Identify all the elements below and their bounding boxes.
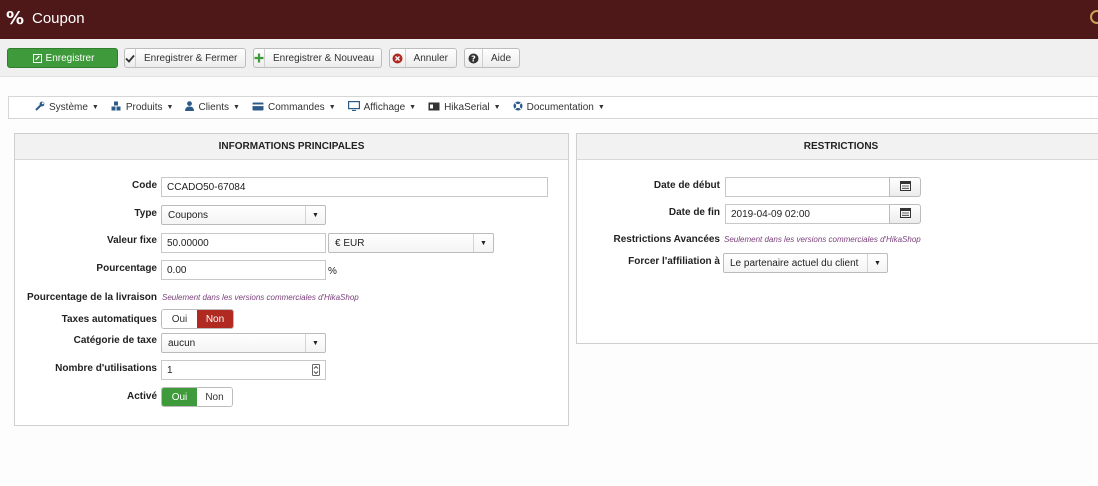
caret-down-icon: ▼ <box>493 104 501 111</box>
type-select[interactable]: Coupons ▼ <box>161 205 326 225</box>
advanced-restrictions-label: Restrictions Avancées <box>613 234 720 245</box>
menu-commandes[interactable]: Commandes ▼ <box>252 102 336 114</box>
save-new-button[interactable]: Enregistrer & Nouveau <box>253 48 382 68</box>
user-icon <box>185 101 195 114</box>
percentage-input[interactable]: 0.00 <box>161 260 326 280</box>
plus-icon <box>254 49 265 67</box>
save-close-button[interactable]: Enregistrer & Fermer <box>124 48 246 68</box>
page-title: Coupon <box>32 10 85 27</box>
question-circle-icon: ? <box>465 49 483 67</box>
caret-down-icon: ▼ <box>473 234 493 252</box>
edit-icon <box>27 49 42 67</box>
percentage-label: Pourcentage <box>96 263 157 274</box>
affiliation-select[interactable]: Le partenaire actuel du client ▼ <box>723 253 888 273</box>
lifebuoy-icon <box>513 101 523 114</box>
caret-down-icon: ▼ <box>597 104 605 111</box>
tax-category-select[interactable]: aucun ▼ <box>161 333 326 353</box>
active-toggle: Oui Non <box>161 387 233 407</box>
toolbar: Enregistrer Enregistrer & Fermer Enregis… <box>0 39 1098 77</box>
end-date-input[interactable]: 2019-04-09 02:00 <box>725 204 890 224</box>
monitor-icon <box>347 101 360 114</box>
active-label: Activé <box>126 391 157 402</box>
cubes-icon <box>111 101 122 114</box>
type-label: Type <box>134 208 157 219</box>
save-button[interactable]: Enregistrer <box>7 48 118 68</box>
code-input[interactable]: CCADO50-67084 <box>161 177 548 197</box>
auto-taxes-label: Taxes automatiques <box>61 314 157 325</box>
help-button[interactable]: ? Aide <box>464 48 520 68</box>
caret-down-icon: ▼ <box>867 254 887 272</box>
caret-down-icon: ▼ <box>305 334 325 352</box>
serial-icon <box>428 102 440 114</box>
calendar-icon <box>899 207 911 221</box>
active-no-option[interactable]: Non <box>197 388 232 406</box>
fixed-value-input[interactable]: 50.00000 <box>161 233 326 253</box>
app-header: % Coupon <box>0 0 1098 39</box>
menu-produits[interactable]: Produits ▼ <box>111 101 174 114</box>
caret-down-icon: ▼ <box>166 104 174 111</box>
active-yes-option[interactable]: Oui <box>162 388 197 406</box>
joomla-logo-icon[interactable] <box>1090 10 1098 24</box>
main-menu: Système ▼ Produits ▼ Clients ▼ Commandes ▼ A… <box>8 96 1098 119</box>
menu-clients[interactable]: Clients ▼ <box>185 101 240 114</box>
start-date-input[interactable] <box>725 177 890 197</box>
cancel-button[interactable]: Annuler <box>389 48 457 68</box>
caret-down-icon: ▼ <box>305 206 325 224</box>
end-date-label: Date de fin <box>668 207 720 218</box>
commercial-version-note: Seulement dans les versions commerciales… <box>162 293 359 302</box>
credit-card-icon <box>252 102 264 114</box>
menu-hikaserial[interactable]: HikaSerial ▼ <box>428 102 501 114</box>
tax-category-label: Catégorie de taxe <box>73 335 157 346</box>
cancel-circle-icon <box>390 49 406 67</box>
code-label: Code <box>132 180 157 191</box>
wrench-icon <box>35 101 45 114</box>
advanced-commercial-note: Seulement dans les versions commerciales… <box>724 235 921 244</box>
start-date-label: Date de début <box>653 180 720 191</box>
calendar-icon <box>899 180 911 194</box>
menu-documentation[interactable]: Documentation ▼ <box>513 101 605 114</box>
end-date-calendar-button[interactable] <box>889 204 921 224</box>
svg-text:?: ? <box>471 54 476 63</box>
percent-icon: % <box>6 8 25 29</box>
caret-down-icon: ▼ <box>91 104 99 111</box>
caret-down-icon: ▼ <box>233 104 240 111</box>
fixed-value-label: Valeur fixe <box>106 235 157 246</box>
shipping-percentage-label: Pourcentage de la livraison <box>26 292 157 303</box>
restrictions-title: RESTRICTIONS <box>577 134 1098 160</box>
auto-taxes-toggle: Oui Non <box>161 309 234 329</box>
usage-count-label: Nombre d'utilisations <box>55 363 157 374</box>
percent-unit: % <box>328 266 337 277</box>
menu-affichage[interactable]: Affichage ▼ <box>347 101 417 114</box>
caret-down-icon: ▼ <box>409 104 417 111</box>
currency-select[interactable]: € EUR ▼ <box>328 233 494 253</box>
auto-taxes-no-option[interactable]: Non <box>197 310 233 328</box>
force-affiliation-label: Forcer l'affiliation à <box>628 256 720 267</box>
check-icon <box>125 49 136 67</box>
number-spinner-icon[interactable] <box>312 364 320 379</box>
menu-systeme[interactable]: Système ▼ <box>35 101 99 114</box>
main-info-title: INFORMATIONS PRINCIPALES <box>15 134 568 160</box>
usage-count-input[interactable]: 1 <box>161 360 326 380</box>
auto-taxes-yes-option[interactable]: Oui <box>162 310 198 328</box>
start-date-calendar-button[interactable] <box>889 177 921 197</box>
caret-down-icon: ▼ <box>328 104 336 111</box>
